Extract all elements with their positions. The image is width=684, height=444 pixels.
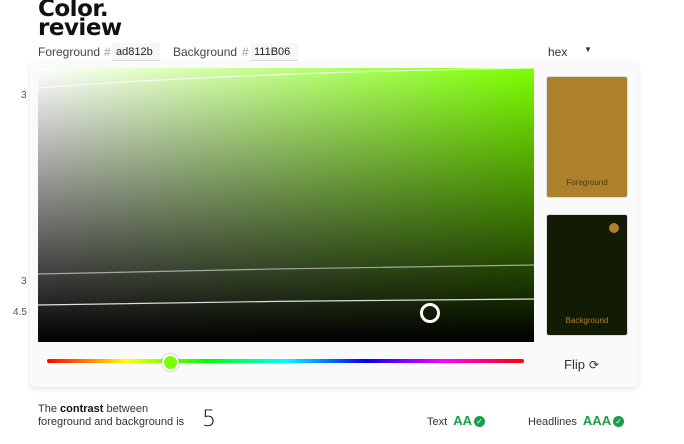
format-selected-value: hex [548, 45, 568, 59]
flip-label: Flip [564, 357, 585, 372]
background-swatch-label: Background [565, 316, 609, 325]
hue-slider-thumb[interactable] [162, 354, 179, 371]
text-rating-grade: AA [453, 413, 472, 428]
threshold-line-3-top [38, 68, 534, 89]
contrast-text-pre: The [38, 403, 61, 415]
contrast-description: The contrast between foreground and back… [38, 403, 184, 429]
flip-button[interactable]: Flip ⟳ [564, 357, 599, 372]
hue-slider-track[interactable] [47, 359, 524, 363]
contrast-text-bold: contrast [60, 403, 104, 415]
saturation-brightness-picker[interactable] [38, 68, 534, 342]
format-dropdown[interactable]: hex ▼ [548, 45, 598, 59]
foreground-dot-indicator [609, 223, 619, 233]
background-hash: # [242, 45, 249, 59]
axis-label-3-top: 3 [21, 90, 27, 101]
chevron-down-icon: ▼ [584, 45, 592, 54]
foreground-swatch[interactable]: Foreground [546, 76, 628, 198]
contrast-text-post: between [103, 403, 149, 415]
foreground-hex-input[interactable] [112, 43, 160, 61]
threshold-line-3-bottom [38, 264, 534, 275]
headlines-rating-grade: AAA [582, 413, 612, 428]
foreground-label: Foreground [38, 45, 101, 59]
axis-label-3-bottom: 3 [21, 276, 27, 287]
color-inputs: Foreground # Background # [38, 43, 598, 61]
axis-label-4-5: 4.5 [13, 307, 27, 318]
contrast-ratio-value: 5 [202, 407, 216, 432]
contrast-text-line2: foreground and background is [38, 416, 185, 428]
threshold-line-4-5 [38, 298, 534, 306]
headlines-rating: Headlines AAA ✓ [528, 413, 625, 428]
background-hex-input[interactable] [250, 43, 298, 61]
check-icon: ✓ [473, 416, 485, 427]
background-swatch[interactable]: Background [546, 214, 628, 336]
text-rating-label: Text [427, 416, 448, 428]
refresh-icon: ⟳ [588, 358, 600, 372]
headlines-rating-label: Headlines [528, 416, 577, 428]
check-icon: ✓ [613, 416, 625, 427]
app-logo: Color. review [38, 0, 122, 41]
contrast-threshold-lines [38, 68, 534, 306]
foreground-hash: # [104, 45, 111, 59]
text-rating: Text AA ✓ [427, 413, 485, 428]
background-label: Background [173, 45, 238, 59]
logo-line-2: review [38, 15, 122, 41]
picker-handle[interactable] [420, 303, 440, 323]
foreground-swatch-label: Foreground [566, 178, 608, 187]
